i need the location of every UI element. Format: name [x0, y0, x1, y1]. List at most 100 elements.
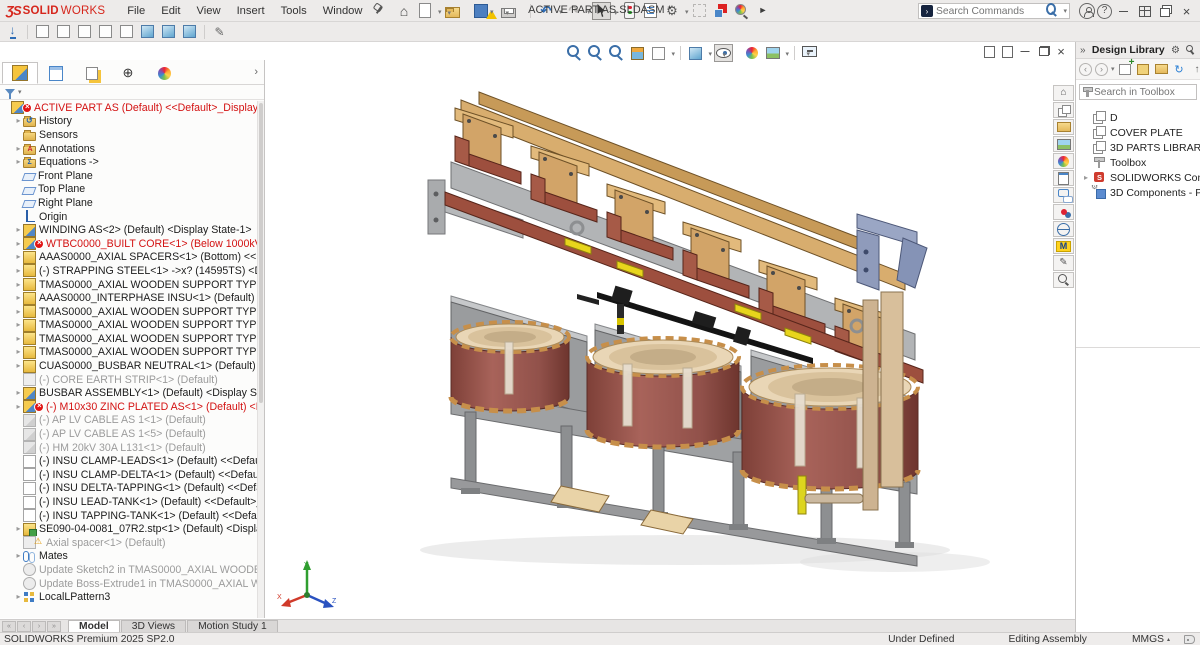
- draft-quality-cube-icon[interactable]: [96, 23, 115, 41]
- sheet-nav-button[interactable]: ‹: [17, 621, 31, 632]
- tile-windows-icon[interactable]: [999, 44, 1015, 59]
- sheet-tab[interactable]: Motion Study 1: [187, 620, 278, 632]
- wireframe-cube-icon[interactable]: [33, 23, 52, 41]
- tab-preview[interactable]: [1053, 272, 1074, 288]
- options-gear-icon[interactable]: ⚙: [1171, 45, 1180, 56]
- filter-funnel-icon[interactable]: [5, 89, 15, 95]
- save-icon[interactable]: [471, 2, 490, 20]
- expander-arrow-icon[interactable]: [14, 321, 23, 329]
- tree-scrollbar[interactable]: [257, 101, 264, 618]
- view-settings-icon[interactable]: [800, 44, 819, 62]
- view-orientation-icon[interactable]: [649, 44, 668, 62]
- add-file-location-icon[interactable]: [1136, 62, 1151, 77]
- menu-item[interactable]: View: [189, 3, 229, 19]
- tab-user-portal[interactable]: [1053, 204, 1074, 220]
- menu-item[interactable]: Edit: [153, 3, 188, 19]
- tree-item[interactable]: Update Sketch2 in TMAS0000_AXIAL WOODEN …: [0, 563, 257, 577]
- expander-arrow-icon[interactable]: [14, 158, 23, 166]
- tree-item[interactable]: Equations ->: [0, 155, 257, 169]
- library-item[interactable]: COVER PLATE: [1076, 125, 1200, 140]
- tile-window-icon[interactable]: [1135, 2, 1154, 20]
- library-item[interactable]: D: [1076, 110, 1200, 125]
- tree-item[interactable]: Axial spacer<1> (Default): [0, 536, 257, 550]
- expander-arrow-icon[interactable]: [14, 362, 23, 370]
- hidden-lines-visible-cube-icon[interactable]: [54, 23, 73, 41]
- search-commands-input[interactable]: [936, 6, 1043, 17]
- textured-cube-icon[interactable]: [180, 23, 199, 41]
- instant3d-icon[interactable]: ↓: [3, 23, 22, 41]
- expander-arrow-icon[interactable]: [14, 281, 23, 289]
- expander-arrow-icon[interactable]: [14, 552, 23, 560]
- tree-item[interactable]: Origin: [0, 210, 257, 224]
- tree-item[interactable]: (-) CORE EARTH STRIP<1> (Default): [0, 373, 257, 387]
- orientation-triad[interactable]: Y X Z: [277, 557, 337, 612]
- new-document-icon[interactable]: [415, 2, 434, 20]
- tree-item[interactable]: (-) HM 20kV 30A L131<1> (Default): [0, 441, 257, 455]
- tree-item[interactable]: History: [0, 115, 257, 129]
- tree-item[interactable]: CUAS0000_BUSBAR NEUTRAL<1> (Default) <<D…: [0, 359, 257, 373]
- units-label[interactable]: MMGS: [1132, 634, 1164, 645]
- appearance-brush-icon[interactable]: ✎: [210, 23, 229, 41]
- menu-item[interactable]: Window: [315, 3, 371, 19]
- sheet-nav-button[interactable]: »: [47, 621, 61, 632]
- tree-item[interactable]: LocalLPattern3: [0, 590, 257, 604]
- tab-custom-properties[interactable]: [1053, 170, 1074, 186]
- search-caret-icon[interactable]: ▾: [1063, 7, 1067, 15]
- expander-arrow-icon[interactable]: [14, 403, 23, 411]
- doc-minimize-icon[interactable]: —: [1017, 44, 1033, 59]
- play-icon[interactable]: ►: [753, 2, 772, 20]
- tree-item[interactable]: AAAS0000_AXIAL SPACERS<1> (Bottom) <<Def…: [0, 251, 257, 265]
- tree-item[interactable]: (-) INSU LEAD-TANK<1> (Default) <<Defaul…: [0, 495, 257, 509]
- expander-arrow-icon[interactable]: [14, 335, 23, 343]
- tree-item[interactable]: SE090-04-0081_07R2.stp<1> (Default) <Dis…: [0, 522, 257, 536]
- tree-item[interactable]: AAAS0000_INTERPHASE INSU<1> (Default) <<…: [0, 291, 257, 305]
- tree-filter-row[interactable]: ▾: [0, 85, 264, 100]
- tree-item[interactable]: TMAS0000_AXIAL WOODEN SUPPORT TYPE 1<2> …: [0, 319, 257, 333]
- hidden-lines-removed-cube-icon[interactable]: [75, 23, 94, 41]
- forward-icon[interactable]: ›: [1095, 63, 1108, 76]
- expander-arrow-icon[interactable]: [1084, 173, 1093, 182]
- tree-item[interactable]: WTBC0000_BUILT CORE<1> (Below 1000kVA) <…: [0, 237, 257, 251]
- tab-featuremanager-tree[interactable]: [2, 62, 38, 84]
- tab-configuration-manager[interactable]: [74, 62, 110, 84]
- sheet-nav-button[interactable]: ›: [32, 621, 46, 632]
- tree-item[interactable]: ACTIVE PART AS (Default) <<Default>_Disp…: [0, 101, 257, 115]
- up-one-level-icon[interactable]: ↑: [1190, 62, 1200, 77]
- pin-menu-icon[interactable]: [372, 4, 386, 18]
- tab-home[interactable]: ⌂: [1053, 85, 1074, 101]
- expander-arrow-icon[interactable]: [14, 294, 23, 302]
- flyout-arrow-icon[interactable]: ›: [254, 66, 258, 78]
- toolbox-search-input[interactable]: [1094, 87, 1194, 98]
- sheet-tab[interactable]: Model: [68, 620, 120, 632]
- pin-icon[interactable]: [1184, 44, 1196, 56]
- search-assistant-icon[interactable]: [732, 2, 751, 20]
- tab-view-palette[interactable]: [1053, 136, 1074, 152]
- expander-arrow-icon[interactable]: [14, 253, 23, 261]
- search-commands-box[interactable]: › ▾: [918, 3, 1070, 19]
- tree-item[interactable]: WINDING AS<2> (Default) <Display State-1…: [0, 223, 257, 237]
- add-to-library-icon[interactable]: [1118, 62, 1133, 77]
- tab-file-explorer[interactable]: [1053, 119, 1074, 135]
- minimize-icon[interactable]: —: [1114, 2, 1133, 20]
- outline-cube-icon[interactable]: [117, 23, 136, 41]
- collapse-chevrons-icon[interactable]: »: [1080, 45, 1086, 56]
- tree-item[interactable]: Update Boss-Extrude1 in TMAS0000_AXIAL W…: [0, 577, 257, 591]
- tree-item[interactable]: TMAS0000_AXIAL WOODEN SUPPORT TYPE 1<6> …: [0, 346, 257, 360]
- library-item[interactable]: 3D Components - PartSupp: [1076, 185, 1200, 200]
- scrollbar-thumb[interactable]: [259, 103, 263, 403]
- menu-item[interactable]: Insert: [229, 3, 273, 19]
- refresh-icon[interactable]: ↻: [1172, 62, 1187, 77]
- help-icon[interactable]: ?: [1097, 4, 1112, 19]
- tree-item[interactable]: (-) INSU CLAMP-DELTA<1> (Default) <<Defa…: [0, 468, 257, 482]
- apply-scene-icon[interactable]: [763, 44, 782, 62]
- shaded-cube-icon[interactable]: [138, 23, 157, 41]
- library-item[interactable]: Toolbox: [1076, 155, 1200, 170]
- history-caret-icon[interactable]: ▾: [1111, 65, 1115, 73]
- menu-item[interactable]: Tools: [273, 3, 315, 19]
- tree-item[interactable]: Top Plane: [0, 183, 257, 197]
- zoom-fit-icon[interactable]: [565, 44, 584, 62]
- home-icon[interactable]: ⌂: [394, 2, 413, 20]
- doc-restore-icon[interactable]: [1035, 44, 1051, 59]
- tree-item[interactable]: Right Plane: [0, 196, 257, 210]
- tree-item[interactable]: Sensors: [0, 128, 257, 142]
